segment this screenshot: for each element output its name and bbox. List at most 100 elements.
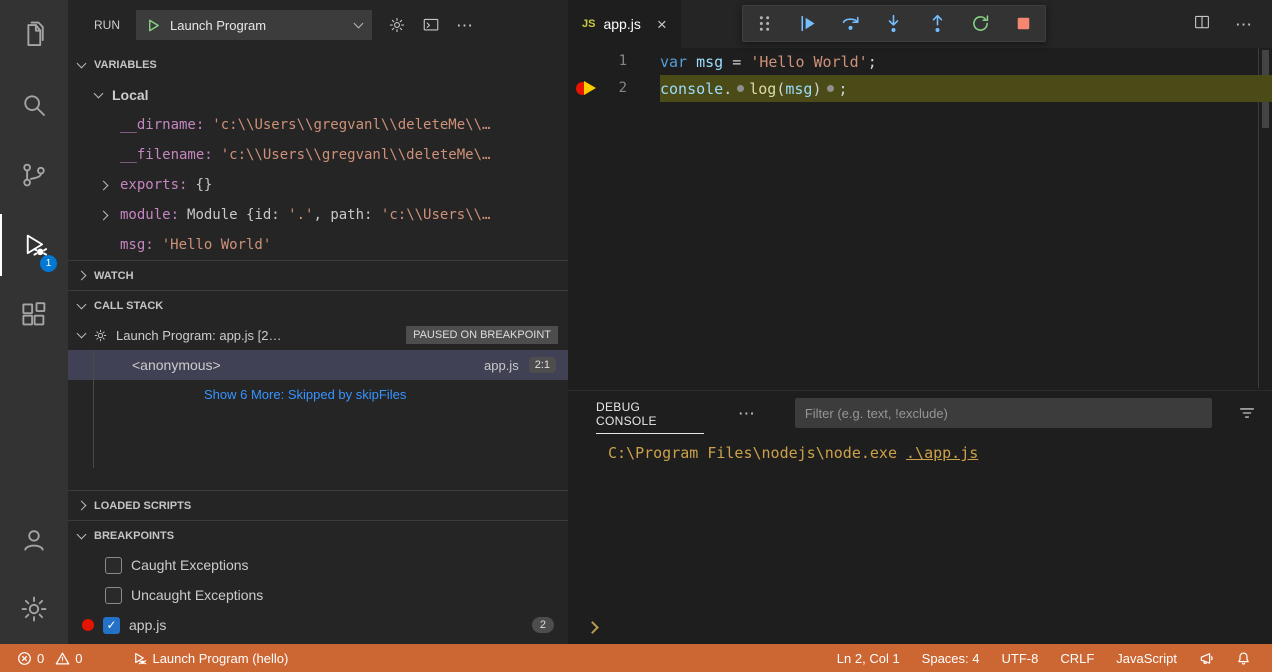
close-icon[interactable]: × (657, 16, 667, 33)
variable-dirname[interactable]: __dirname: 'c:\\Users\\gregvanl\\deleteM… (68, 110, 568, 140)
variable-name: msg: (120, 237, 154, 253)
variable-module[interactable]: module: Module {id: '.' , path: 'c:\\Use… (68, 200, 568, 230)
stop-button[interactable] (1006, 9, 1040, 39)
warning-icon (55, 651, 70, 666)
problems-status[interactable]: 0 0 (10, 644, 89, 672)
variable-value: 'c:\\Users\\gregvanl\\deleteMe\… (221, 147, 491, 163)
step-into-button[interactable] (877, 9, 911, 39)
loaded-scripts-section-header[interactable]: LOADED SCRIPTS (68, 490, 568, 520)
debug-target-label: Launch Program (hello) (152, 651, 288, 666)
editor-gutter[interactable]: 1 (568, 48, 660, 75)
continue-button[interactable] (791, 9, 825, 39)
variable-name: __filename: (120, 147, 213, 163)
variable-exports[interactable]: exports: {} (68, 170, 568, 200)
chevron-down-icon (77, 329, 87, 339)
breakpoint-uncaught-exceptions[interactable]: Uncaught Exceptions (68, 580, 568, 610)
variable-value: , path: (313, 207, 380, 223)
restart-button[interactable] (963, 9, 997, 39)
tab-app-js[interactable]: JS app.js × (568, 0, 681, 48)
error-count: 0 (37, 651, 44, 666)
configure-launch-gear-icon[interactable] (388, 16, 406, 34)
code-editor[interactable]: 1 var msg = 'Hello World'; 2 console.log… (568, 48, 1272, 390)
console-command-text: C:\Program Files\nodejs\node.exe (608, 444, 906, 462)
chevron-down-icon (77, 59, 87, 69)
variables-section-header[interactable]: VARIABLES (68, 50, 568, 80)
call-stack-section-header[interactable]: CALL STACK (68, 290, 568, 320)
variable-msg[interactable]: msg: 'Hello World' (68, 230, 568, 260)
token-identifier: console (660, 80, 723, 98)
variable-filename[interactable]: __filename: 'c:\\Users\\gregvanl\\delete… (68, 140, 568, 170)
code-line-2[interactable]: 2 console.log(msg); (568, 75, 1272, 102)
watch-section-header[interactable]: WATCH (68, 260, 568, 290)
checkbox-checked[interactable]: ✓ (103, 617, 120, 634)
console-file-link[interactable]: .\app.js (906, 444, 978, 462)
code-text: var msg = 'Hello World'; (660, 53, 877, 71)
cursor-position-status[interactable]: Ln 2, Col 1 (826, 651, 911, 666)
watch-header-label: WATCH (94, 270, 134, 282)
open-debug-console-icon[interactable] (422, 16, 440, 34)
line-number: 2 (619, 75, 627, 102)
scope-local[interactable]: Local (68, 80, 568, 110)
language-label: JavaScript (1116, 651, 1177, 666)
editor-more-actions-icon[interactable]: ⋯ (1235, 16, 1252, 33)
step-out-button[interactable] (920, 9, 954, 39)
encoding-status[interactable]: UTF-8 (991, 651, 1050, 666)
launch-config-dropdown[interactable]: Launch Program (136, 10, 372, 40)
paused-on-breakpoint-badge: PAUSED ON BREAKPOINT (406, 326, 558, 344)
notifications-bell-icon[interactable] (1225, 651, 1262, 666)
inline-breakpoint-dot-icon[interactable] (737, 85, 744, 92)
token-string: 'Hello World' (750, 53, 867, 71)
variable-name: exports: (120, 177, 187, 193)
token-argument: msg (785, 80, 812, 98)
editor-gutter[interactable]: 2 (568, 75, 660, 102)
inline-breakpoint-dot-icon[interactable] (827, 85, 834, 92)
frame-label: <anonymous> (132, 357, 221, 373)
breakpoint-app-js[interactable]: ✓ app.js 2 (68, 610, 568, 640)
checkbox-unchecked[interactable] (105, 557, 122, 574)
eol-status[interactable]: CRLF (1049, 651, 1105, 666)
console-filter-input[interactable] (795, 398, 1212, 428)
stack-frame-row[interactable]: <anonymous> app.js 2:1 (68, 350, 568, 380)
panel-more-actions-icon[interactable]: ⋯ (738, 405, 755, 422)
breakpoints-section-header[interactable]: BREAKPOINTS (68, 520, 568, 550)
warning-count: 0 (75, 651, 82, 666)
breakpoint-caught-exceptions[interactable]: Caught Exceptions (68, 550, 568, 580)
language-mode-status[interactable]: JavaScript (1105, 651, 1188, 666)
run-debug-icon[interactable]: 1 (0, 210, 68, 280)
debug-target-status[interactable]: Launch Program (hello) (125, 644, 295, 672)
source-control-icon[interactable] (0, 140, 68, 210)
tab-label: app.js (603, 16, 640, 32)
variable-name: __dirname: (120, 117, 204, 133)
console-input-chevron-icon[interactable] (586, 621, 599, 634)
breakpoint-file-label: app.js (129, 617, 166, 633)
debug-session-icon (93, 328, 108, 343)
split-editor-icon[interactable] (1193, 13, 1211, 36)
filter-icon[interactable] (1238, 404, 1256, 422)
explorer-icon[interactable] (0, 0, 68, 70)
variable-value-string: '.' (288, 207, 313, 223)
chevron-down-icon (77, 529, 87, 539)
breakpoints-header-label: BREAKPOINTS (94, 530, 174, 542)
extensions-icon[interactable] (0, 280, 68, 350)
eol-label: CRLF (1060, 651, 1094, 666)
search-icon[interactable] (0, 70, 68, 140)
views-more-actions-icon[interactable]: ⋯ (456, 17, 473, 34)
show-more-frames-link[interactable]: Show 6 More: Skipped by skipFiles (68, 380, 568, 408)
drag-handle-icon[interactable] (748, 9, 782, 39)
feedback-megaphone-icon[interactable] (1188, 651, 1225, 666)
variable-name: module: (120, 207, 179, 223)
debug-session-row[interactable]: Launch Program: app.js [2… PAUSED ON BRE… (68, 320, 568, 350)
checkbox-unchecked[interactable] (105, 587, 122, 604)
variable-value: 'Hello World' (162, 237, 272, 253)
activity-bar-spacer (0, 350, 68, 504)
paused-breakpoint-icon[interactable] (576, 81, 602, 96)
step-over-button[interactable] (834, 9, 868, 39)
tab-debug-console[interactable]: DEBUG CONSOLE (596, 400, 704, 434)
accounts-icon[interactable] (0, 504, 68, 574)
console-output-line: C:\Program Files\nodejs\node.exe .\app.j… (608, 444, 1272, 462)
settings-gear-icon[interactable] (0, 574, 68, 644)
token-paren: ) (812, 80, 821, 98)
code-line-1[interactable]: 1 var msg = 'Hello World'; (568, 48, 1272, 75)
indentation-status[interactable]: Spaces: 4 (911, 651, 991, 666)
indentation-label: Spaces: 4 (922, 651, 980, 666)
